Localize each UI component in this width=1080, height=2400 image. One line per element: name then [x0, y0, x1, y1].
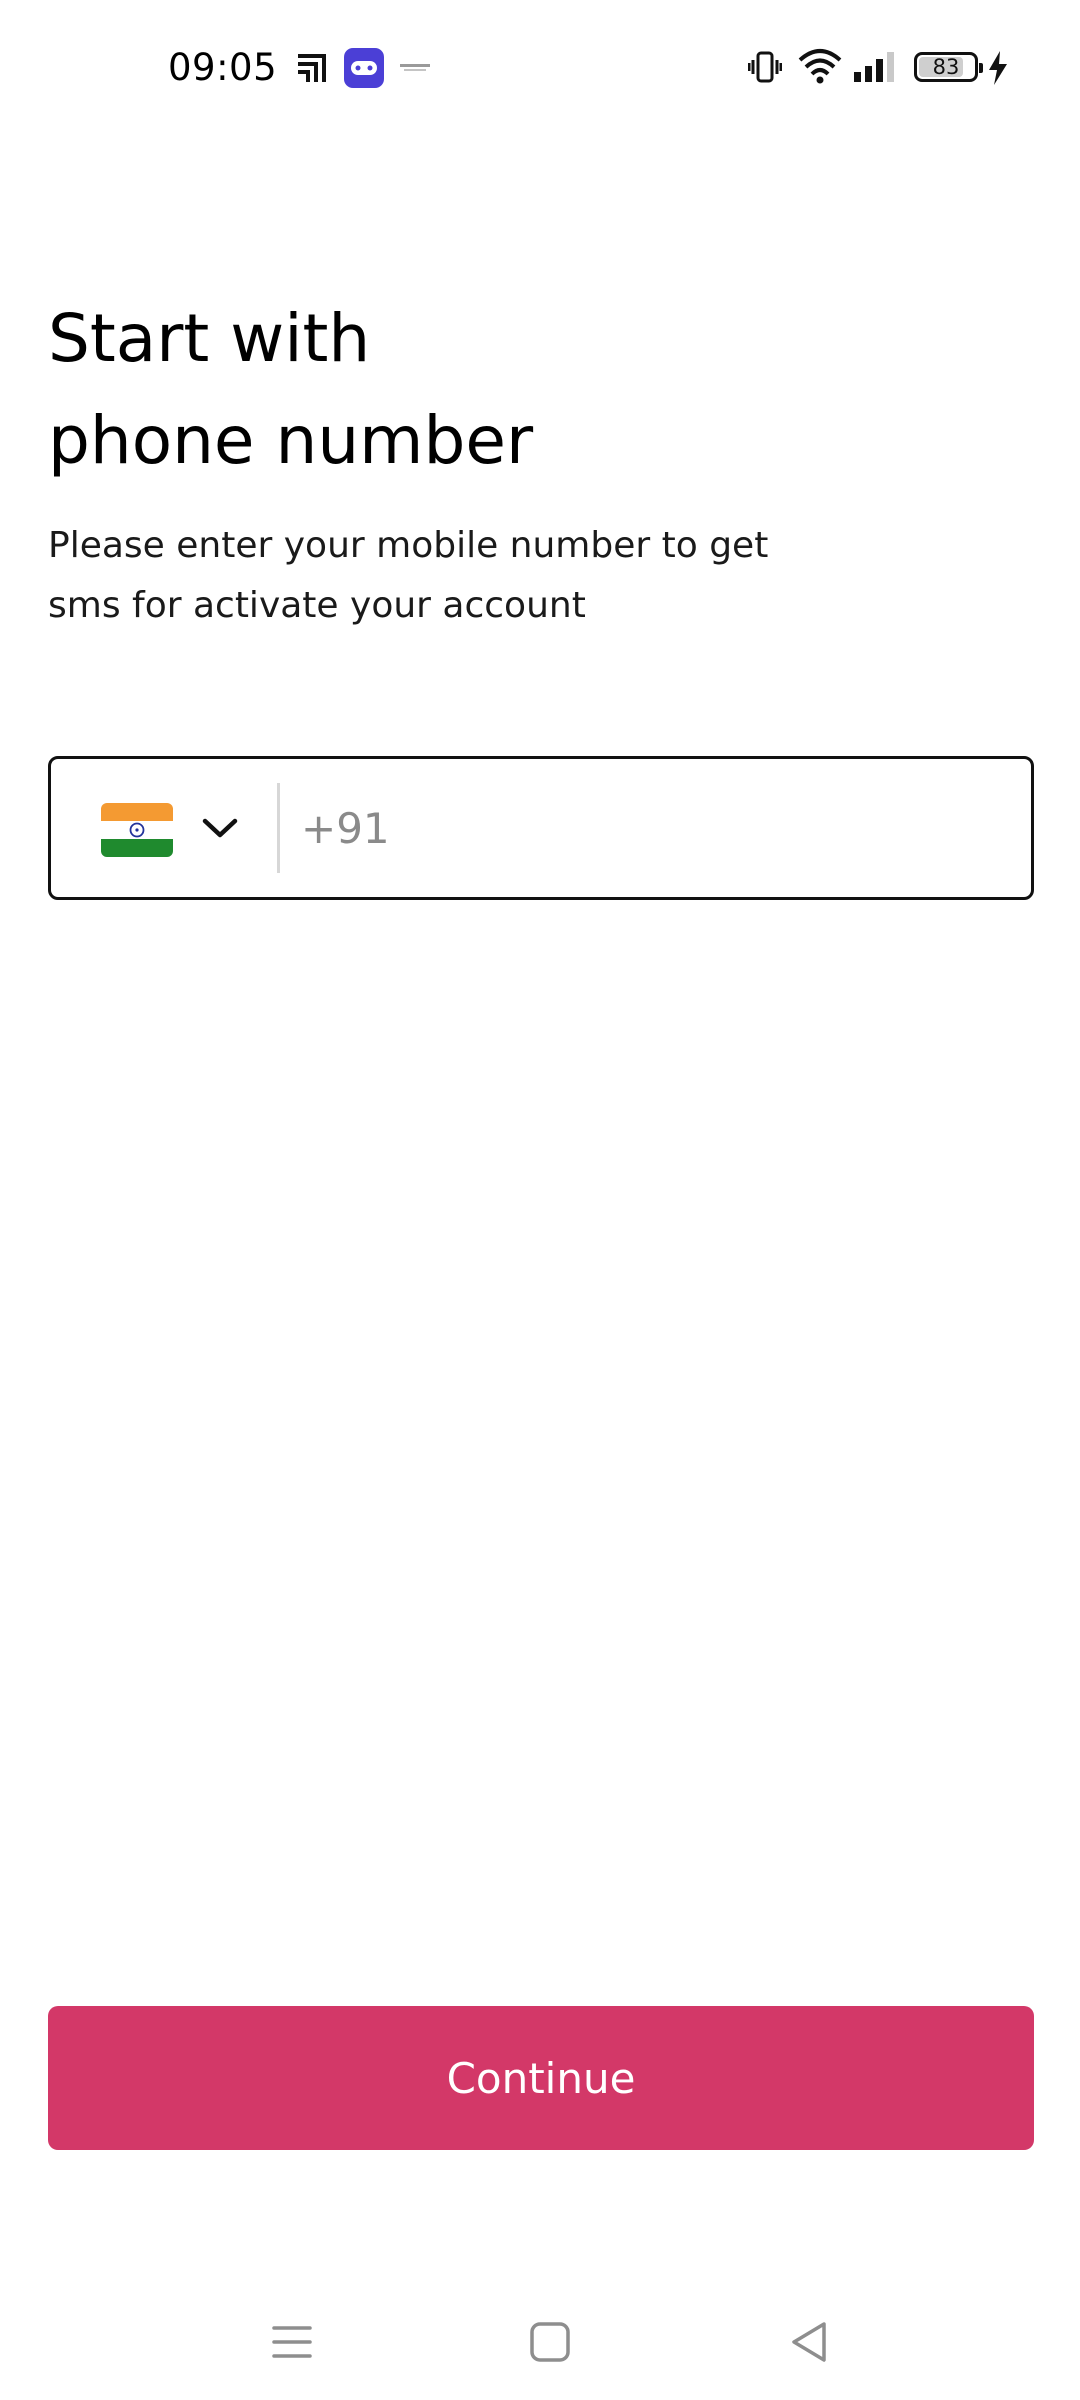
notification-thumbnail-icon [400, 64, 430, 71]
phone-number-input[interactable] [299, 779, 999, 877]
charging-bolt-icon [989, 51, 1007, 85]
page-subtitle-line2: sms for activate your account [48, 585, 586, 626]
country-code-picker[interactable] [51, 759, 277, 897]
game-icon [344, 48, 384, 88]
field-divider [277, 783, 280, 873]
status-bar: 09:05 83 [0, 0, 1080, 135]
home-icon[interactable] [520, 2312, 580, 2372]
continue-button[interactable]: Continue [48, 2006, 1034, 2150]
menu-icon[interactable] [262, 2312, 322, 2372]
system-navigation-bar [0, 2290, 1080, 2400]
page-subtitle: Please enter your mobile number to get s… [48, 516, 828, 636]
cast-icon [298, 54, 326, 82]
wifi-icon [798, 49, 842, 84]
page-subtitle-line1: Please enter your mobile number to get [48, 525, 769, 566]
chevron-down-icon[interactable] [201, 815, 239, 841]
status-time: 09:05 [168, 46, 278, 89]
page-title-line2: phone number [48, 402, 534, 479]
page-title: Start with phone number [48, 288, 948, 492]
back-icon[interactable] [780, 2312, 840, 2372]
phone-number-field [48, 756, 1034, 900]
vibrate-icon [748, 51, 782, 83]
signal-icon [854, 52, 894, 82]
battery-level: 83 [932, 55, 960, 79]
page-title-line1: Start with [48, 300, 371, 377]
india-flag-icon [101, 803, 173, 857]
battery-icon: 83 [914, 52, 983, 82]
